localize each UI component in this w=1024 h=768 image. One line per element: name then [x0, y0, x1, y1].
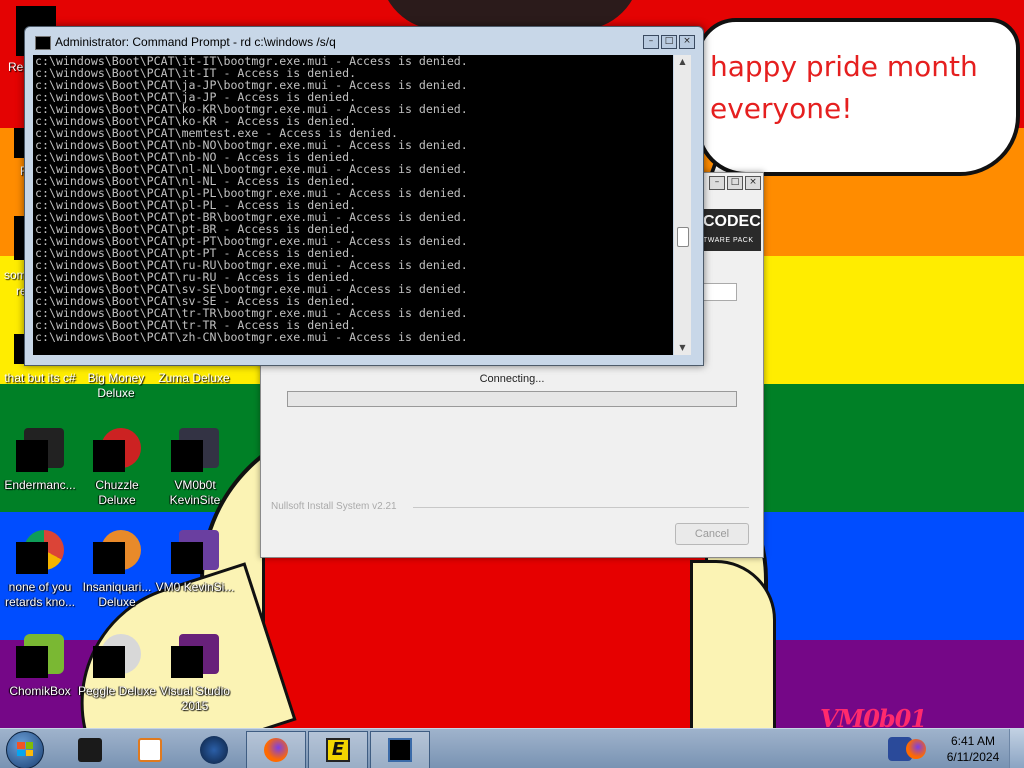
drawing-arm-right	[690, 560, 776, 728]
desktop-icon-label: VM0b0t KevinSite	[169, 478, 221, 507]
bubble-line-2: everyone!	[710, 92, 853, 125]
speech-bubble: happy pride month everyone!	[696, 18, 1020, 176]
folder-icon	[78, 738, 102, 762]
console-line: c:\windows\Boot\PCAT\zh-CN\bootmgr.exe.m…	[35, 330, 468, 344]
clock-date: 6/11/2024	[946, 750, 1000, 764]
cmd-window-controls: – □ ×	[643, 35, 695, 49]
firefox-tray-icon[interactable]	[906, 739, 926, 759]
cmd-window: Administrator: Command Prompt - rd c:\wi…	[24, 26, 704, 366]
desktop-icon-label: ChomikBox	[9, 684, 71, 698]
speech-bubble-text: happy pride month everyone!	[710, 46, 978, 130]
windows-logo	[17, 742, 33, 756]
scroll-up-icon[interactable]: ▲	[674, 55, 691, 69]
scroll-down-icon[interactable]: ▼	[674, 341, 691, 355]
installer-window-controls: – □ ×	[709, 176, 761, 190]
media-player-icon	[138, 738, 162, 762]
watermark: VM0b01	[820, 704, 927, 728]
minimize-icon[interactable]: –	[709, 176, 725, 190]
desktop-icon-endermanch[interactable]: Endermanc...	[0, 428, 80, 493]
taskbar-app-explorer[interactable]	[60, 731, 120, 768]
taskbar-clock[interactable]: 6:41 AM 6/11/2024	[942, 733, 1004, 765]
system-tray[interactable]	[882, 731, 942, 767]
hamster-icon	[16, 634, 64, 682]
installer-progress-bar	[287, 391, 737, 407]
desktop-icon-label: VM0 KevinSi...	[155, 580, 235, 594]
scroll-thumb[interactable]	[677, 227, 689, 247]
cmd-icon	[388, 738, 412, 762]
clock-time: 6:41 AM	[950, 734, 996, 748]
desktop-icon-chomikbox[interactable]: ChomikBox	[0, 634, 80, 699]
desktop-icon-chuzzle[interactable]: Chuzzle Deluxe	[77, 428, 157, 508]
cancel-button[interactable]: Cancel	[675, 523, 749, 545]
folder-icon	[171, 428, 219, 476]
e-app-icon: E	[326, 738, 350, 762]
cmd-title: Administrator: Command Prompt - rd c:\wi…	[55, 35, 336, 49]
desktop-icon-label: none of you retards kno...	[4, 580, 76, 609]
desktop-icon-label: Endermanc...	[4, 478, 76, 492]
desktop-icon-label: Insaniquari... Deluxe	[82, 580, 152, 609]
maximize-icon[interactable]: □	[727, 176, 743, 190]
codec-banner-title: CODEC	[703, 213, 761, 230]
desktop-icon-label-zuma[interactable]: Zuma Deluxe	[152, 371, 236, 386]
minimize-icon[interactable]: –	[643, 35, 659, 49]
desktop-icon-label: Chuzzle Deluxe	[95, 478, 139, 507]
cmd-titlebar[interactable]: Administrator: Command Prompt - rd c:\wi…	[25, 27, 703, 57]
desktop-icon-insaniquarium[interactable]: Insaniquari... Deluxe	[77, 530, 157, 610]
chrome-icon	[16, 530, 64, 578]
desktop-icon-label: Visual Studio 2015	[160, 684, 230, 713]
desktop-icon-label-big-money[interactable]: Big Money Deluxe	[74, 371, 158, 401]
installer-field	[701, 283, 737, 301]
cmd-scrollbar[interactable]: ▲ ▼	[674, 55, 691, 355]
desktop: happy pride month everyone! VM0b01 Rec F…	[0, 0, 1024, 728]
cmd-icon	[35, 36, 51, 50]
cmd-console-output[interactable]: c:\windows\Boot\PCAT\it-IT\bootmgr.exe.m…	[33, 55, 673, 355]
bubble-line-1: happy pride month	[710, 50, 978, 83]
desktop-icon-visual-studio[interactable]: Visual Studio 2015	[155, 634, 235, 714]
desktop-icon-peggle[interactable]: Peggle Deluxe	[77, 634, 157, 699]
desktop-icon-label-that-but-its-c[interactable]: that but its c#	[0, 371, 82, 386]
windows-start-icon[interactable]	[6, 731, 44, 768]
codec-banner-subtitle: TWARE PACK	[703, 237, 754, 244]
fish-icon	[93, 530, 141, 578]
terminal-icon	[16, 428, 64, 476]
taskbar-app-firefox[interactable]	[246, 731, 306, 768]
installer-branding: Nullsoft Install System v2.21	[271, 501, 397, 512]
desktop-icon-vm0b0t-kevinsite[interactable]: VM0b0t KevinSite	[155, 428, 235, 508]
desktop-icon-vm0-kevinsite[interactable]: VM0 KevinSi...	[155, 530, 235, 595]
desktop-icon-label: Peggle Deluxe	[77, 684, 157, 698]
globe-icon	[200, 736, 228, 764]
game-icon	[93, 428, 141, 476]
installer-status: Connecting...	[479, 373, 545, 385]
close-icon[interactable]: ×	[745, 176, 761, 190]
folder-icon	[171, 530, 219, 578]
installer-divider	[413, 507, 749, 508]
close-icon[interactable]: ×	[679, 35, 695, 49]
taskbar-app-media[interactable]	[120, 731, 180, 768]
game-icon	[93, 634, 141, 682]
taskbar-app-globe[interactable]	[184, 731, 244, 768]
taskbar-app-cmd[interactable]	[370, 731, 430, 768]
codec-banner: CODEC TWARE PACK	[701, 209, 761, 251]
maximize-icon[interactable]: □	[661, 35, 677, 49]
show-desktop-button[interactable]	[1009, 729, 1024, 768]
desktop-icon-none-of-you[interactable]: none of you retards kno...	[0, 530, 80, 610]
taskbar: E 6:41 AM 6/11/2024	[0, 728, 1024, 768]
taskbar-app-e[interactable]: E	[308, 731, 368, 768]
visual-studio-icon	[171, 634, 219, 682]
firefox-icon	[264, 738, 288, 762]
